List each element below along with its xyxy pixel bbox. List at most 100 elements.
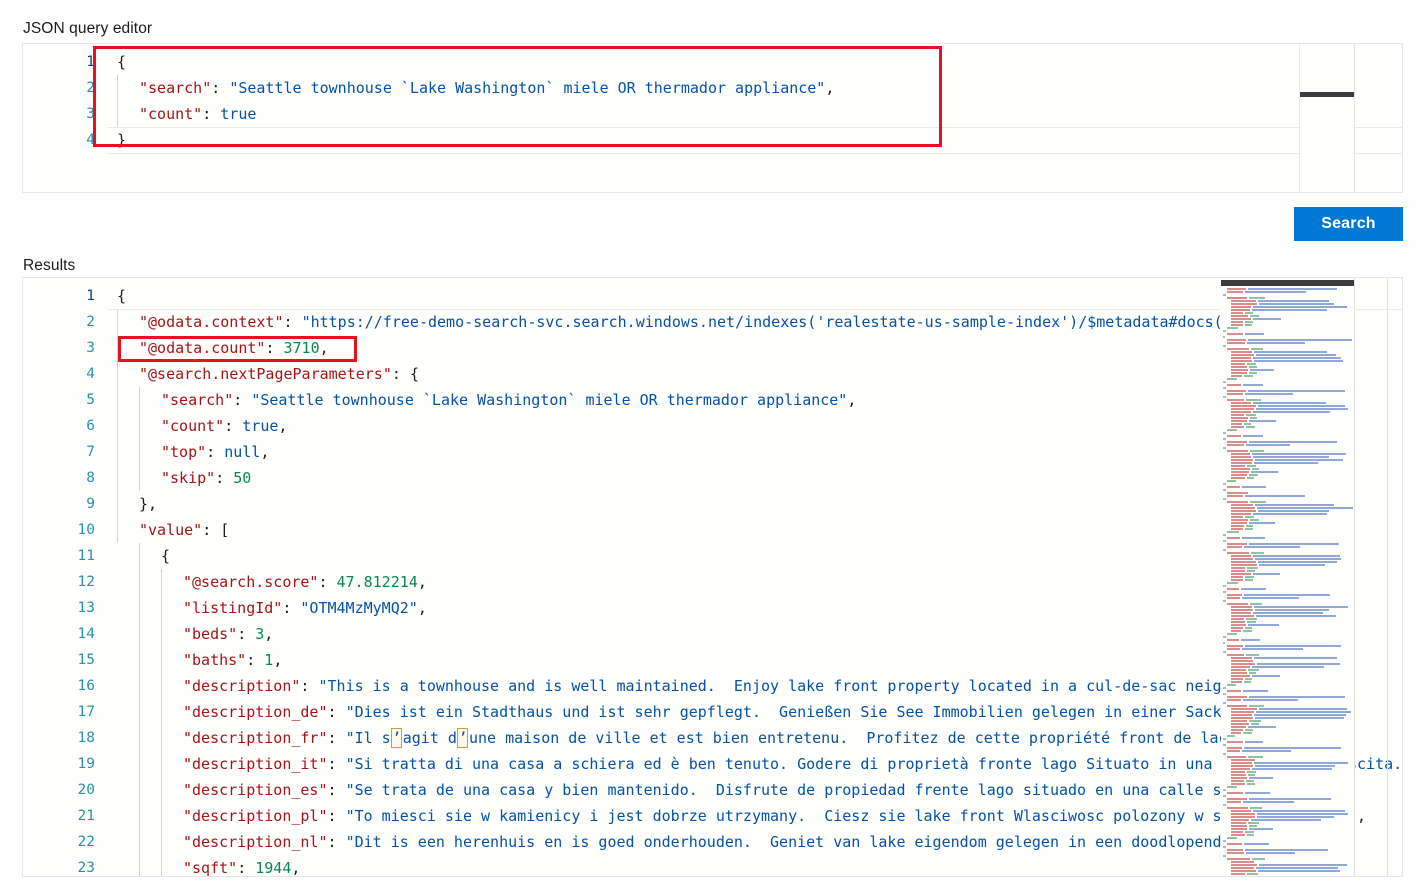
minimap-line: [1231, 318, 1251, 320]
minimap-line: [1227, 501, 1248, 503]
minimap-line: [1245, 291, 1306, 293]
minimap-line: [1247, 834, 1254, 836]
code-line[interactable]: "value": [: [107, 517, 229, 543]
code-line[interactable]: "description_it": "Si tratta di una casa…: [107, 751, 1402, 777]
query-vertical-scrollbar[interactable]: [1388, 44, 1402, 192]
minimap-line: [1231, 471, 1249, 473]
token-punct: ,: [291, 859, 301, 876]
code-line[interactable]: "baths": 1,: [107, 647, 282, 673]
minimap-line: [1231, 831, 1243, 833]
minimap-line: [1245, 831, 1254, 833]
minimap-line: [1246, 780, 1254, 782]
token-punct: :: [327, 703, 346, 721]
minimap-line: [1227, 852, 1244, 854]
code-line[interactable]: "search": "Seattle townhouse `Lake Washi…: [107, 75, 834, 101]
code-line[interactable]: }: [107, 127, 126, 153]
token-str: une maison de ville et est bien entreten…: [468, 729, 1246, 747]
line-number: 13: [77, 600, 95, 616]
code-line[interactable]: "count": true: [107, 101, 256, 127]
minimap-line: [1258, 870, 1340, 872]
code-line[interactable]: },: [107, 491, 157, 517]
results-editor-minimap[interactable]: [1221, 278, 1355, 876]
token-str: "This is a townhouse and is well maintai…: [318, 677, 1312, 695]
results-editor[interactable]: 123456789101112131415161718192021222324 …: [22, 277, 1403, 877]
token-key: "count": [139, 105, 203, 123]
token-odd: ’: [457, 728, 469, 748]
code-line[interactable]: "count": true,: [107, 413, 287, 439]
token-punct: :: [327, 833, 346, 851]
indent-guide: [117, 309, 118, 543]
minimap-line: [1231, 525, 1244, 527]
minimap-line: [1253, 573, 1280, 575]
minimap-line: [1245, 324, 1252, 326]
code-line[interactable]: "description_de": "Dies ist ein Stadthau…: [107, 699, 1294, 725]
code-line[interactable]: "description_nl": "Dit is een herenhuis …: [107, 829, 1321, 855]
token-punct: :: [318, 573, 337, 591]
json-query-editor[interactable]: 1 2 3 4 {"search": "Seattle townhouse `Lake…: [22, 43, 1403, 193]
search-button[interactable]: Search: [1294, 207, 1403, 241]
minimap-line: [1255, 504, 1334, 506]
code-line[interactable]: "top": null,: [107, 439, 269, 465]
line-number: 3: [86, 106, 95, 122]
minimap-line: [1250, 519, 1259, 521]
code-line[interactable]: {: [107, 283, 126, 309]
results-editor-code[interactable]: {"@odata.context": "https://free-demo-se…: [107, 278, 1402, 876]
minimap-line: [1249, 543, 1339, 545]
minimap-line: [1231, 459, 1253, 461]
query-minimap-slider[interactable]: [1300, 92, 1355, 97]
minimap-line: [1231, 780, 1244, 782]
token-key: "@search.score": [183, 573, 319, 591]
minimap-line: [1227, 348, 1249, 350]
code-line[interactable]: "description_pl": "To miesci sie w kamie…: [107, 803, 1366, 829]
minimap-line: [1231, 567, 1245, 569]
query-editor-code[interactable]: {"search": "Seattle townhouse `Lake Wash…: [107, 44, 1402, 192]
minimap-line: [1231, 405, 1256, 407]
token-str: "Se trata de una casa y bien mantenido. …: [345, 781, 1321, 799]
minimap-line: [1223, 789, 1226, 791]
token-key: "description_es": [183, 781, 328, 799]
minimap-line: [1227, 537, 1240, 539]
minimap-line: [1250, 369, 1274, 371]
minimap-line: [1227, 684, 1236, 686]
code-line[interactable]: "@odata.context": "https://free-demo-sea…: [107, 309, 1259, 335]
line-number: 14: [77, 626, 95, 642]
line-number: 10: [77, 522, 95, 538]
minimap-line: [1231, 510, 1256, 512]
minimap-line: [1227, 849, 1243, 851]
minimap-line: [1249, 777, 1273, 779]
line-number: 1: [86, 54, 95, 70]
token-key: "skip": [161, 469, 216, 487]
token-punct: :: [237, 859, 256, 876]
minimap-line: [1231, 315, 1248, 317]
minimap-line: [1249, 441, 1337, 443]
minimap-line: [1223, 534, 1226, 536]
minimap-line: [1259, 864, 1347, 866]
minimap-line: [1231, 504, 1253, 506]
code-line[interactable]: "description_es": "Se trata de una casa …: [107, 777, 1330, 803]
minimap-line: [1243, 630, 1252, 632]
results-vertical-scrollbar[interactable]: [1388, 278, 1402, 876]
code-line[interactable]: "@odata.count": 3710,: [107, 335, 329, 361]
token-num: 1: [264, 651, 274, 669]
code-line[interactable]: "@search.score": 47.812214,: [107, 569, 427, 595]
minimap-line: [1227, 339, 1246, 341]
minimap-line: [1246, 525, 1253, 527]
query-editor-minimap[interactable]: [1299, 44, 1355, 192]
code-line[interactable]: "sqft": 1944,: [107, 855, 300, 876]
minimap-line: [1231, 825, 1247, 827]
token-str: "Seattle townhouse `Lake Washington` mie…: [251, 391, 848, 409]
minimap-line: [1231, 303, 1257, 305]
code-line[interactable]: "listingId": "OTM4MzMyMQ2",: [107, 595, 427, 621]
code-line[interactable]: "skip": 50: [107, 465, 251, 491]
code-line[interactable]: "beds": 3,: [107, 621, 273, 647]
minimap-line: [1231, 873, 1245, 875]
results-minimap-slider[interactable]: [1221, 280, 1355, 286]
code-line[interactable]: {: [107, 49, 126, 75]
minimap-line: [1227, 801, 1241, 803]
code-line[interactable]: "description": "This is a townhouse and …: [107, 673, 1321, 699]
code-line[interactable]: "@search.nextPageParameters": {: [107, 361, 419, 387]
token-key: "description_nl": [183, 833, 328, 851]
code-line[interactable]: "search": "Seattle townhouse `Lake Washi…: [107, 387, 856, 413]
minimap-line: [1231, 465, 1245, 467]
code-line[interactable]: "description_fr": "Il s’ agit d’ une maiso…: [107, 725, 1255, 751]
